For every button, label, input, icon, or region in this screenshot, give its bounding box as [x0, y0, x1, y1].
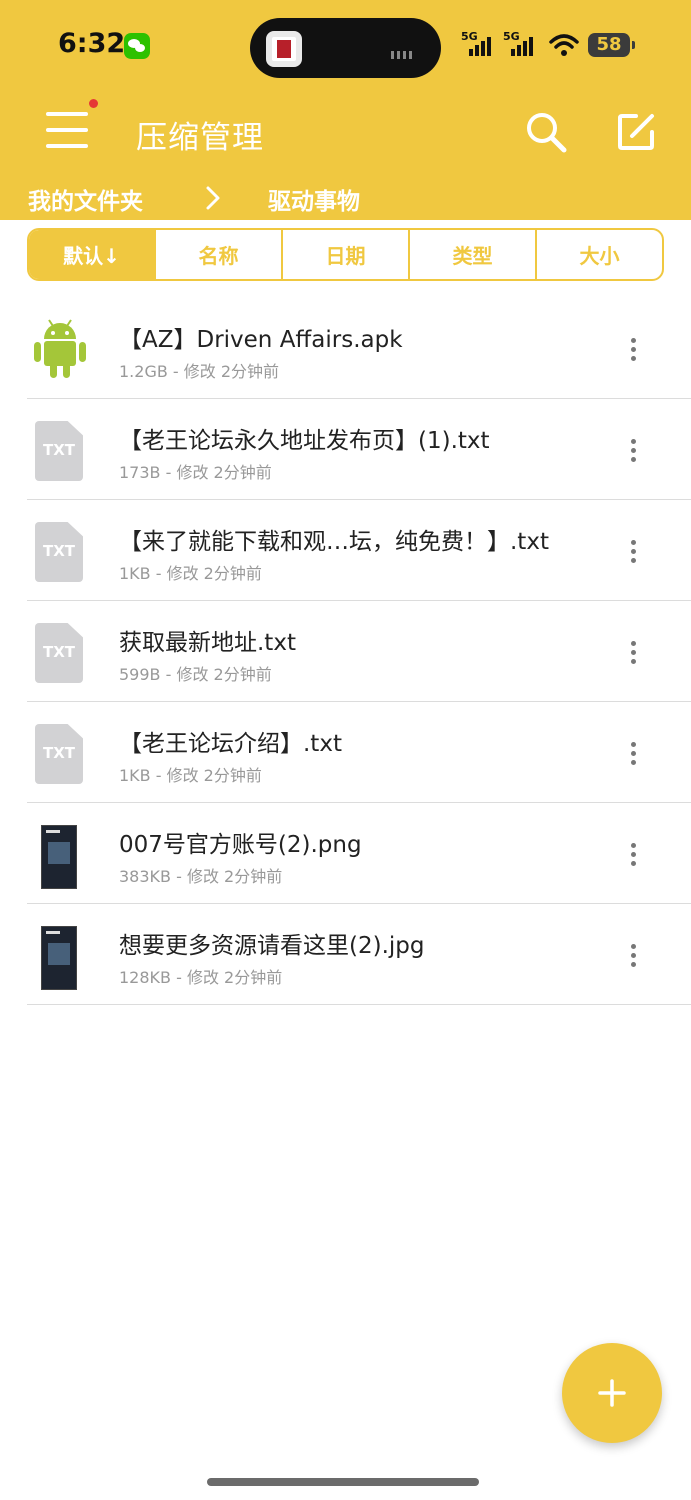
list-item[interactable]: TXT 【来了就能下载和观…坛，纯免费！】.txt 1KB - 修改 2分钟前 — [27, 500, 691, 601]
txt-file-icon: TXT — [35, 724, 83, 784]
more-vertical-icon[interactable] — [621, 437, 645, 465]
list-item[interactable]: 007号官方账号(2).png 383KB - 修改 2分钟前 — [27, 803, 691, 904]
txt-file-icon-label: TXT — [42, 643, 76, 661]
notification-dot — [89, 99, 98, 108]
wifi-icon — [549, 33, 579, 57]
list-item[interactable]: TXT 【老王论坛永久地址发布页】(1).txt 173B - 修改 2分钟前 — [27, 399, 691, 500]
more-vertical-icon[interactable] — [621, 942, 645, 970]
txt-file-icon: TXT — [35, 623, 83, 683]
wechat-notification-icon — [124, 33, 150, 59]
file-name: 【老王论坛永久地址发布页】(1).txt — [119, 428, 490, 454]
chevron-right-icon — [203, 185, 223, 211]
txt-file-icon: TXT — [35, 421, 83, 481]
menu-icon[interactable] — [46, 110, 90, 150]
status-time: 6:32 — [58, 28, 126, 59]
file-name: 获取最新地址.txt — [119, 630, 296, 656]
breadcrumb: 我的文件夹 驱动事物 — [28, 182, 668, 216]
sort-tab-size[interactable]: 大小 — [535, 230, 662, 279]
sort-tab-date[interactable]: 日期 — [281, 230, 408, 279]
txt-file-icon: TXT — [35, 522, 83, 582]
file-name: 想要更多资源请看这里(2).jpg — [119, 933, 425, 959]
island-app-icon — [266, 31, 302, 67]
txt-file-icon-label: TXT — [42, 744, 76, 762]
android-icon — [31, 314, 89, 378]
breadcrumb-current[interactable]: 驱动事物 — [268, 182, 360, 216]
file-meta: 128KB - 修改 2分钟前 — [119, 968, 283, 987]
image-thumbnail — [41, 926, 77, 990]
file-name: 【老王论坛介绍】.txt — [119, 731, 342, 757]
add-button[interactable] — [562, 1343, 662, 1443]
cellular-signal-icon-2: 5G — [503, 30, 541, 58]
audio-bars-icon — [391, 44, 423, 59]
file-name: 【AZ】Driven Affairs.apk — [119, 327, 403, 353]
list-item[interactable]: TXT 获取最新地址.txt 599B - 修改 2分钟前 — [27, 601, 691, 702]
sort-tab-default[interactable]: 默认↓ — [29, 230, 154, 279]
file-meta: 383KB - 修改 2分钟前 — [119, 867, 283, 886]
more-vertical-icon[interactable] — [621, 538, 645, 566]
file-name: 007号官方账号(2).png — [119, 832, 362, 858]
more-vertical-icon[interactable] — [621, 336, 645, 364]
txt-file-icon-label: TXT — [42, 542, 76, 560]
more-vertical-icon[interactable] — [621, 639, 645, 667]
file-meta: 1KB - 修改 2分钟前 — [119, 564, 262, 583]
more-vertical-icon[interactable] — [621, 740, 645, 768]
sort-tab-name[interactable]: 名称 — [154, 230, 281, 279]
file-meta: 599B - 修改 2分钟前 — [119, 665, 272, 684]
file-meta: 1.2GB - 修改 2分钟前 — [119, 362, 280, 381]
file-meta: 1KB - 修改 2分钟前 — [119, 766, 262, 785]
txt-file-icon-label: TXT — [42, 441, 76, 459]
breadcrumb-root[interactable]: 我的文件夹 — [28, 182, 143, 216]
list-item[interactable]: TXT 【老王论坛介绍】.txt 1KB - 修改 2分钟前 — [27, 702, 691, 803]
edit-icon[interactable] — [614, 110, 658, 154]
image-thumbnail — [41, 825, 77, 889]
battery-icon: 58 — [588, 33, 635, 57]
search-icon[interactable] — [524, 110, 568, 154]
sort-tabs: 默认↓ 名称 日期 类型 大小 — [27, 228, 664, 281]
list-item[interactable]: 想要更多资源请看这里(2).jpg 128KB - 修改 2分钟前 — [27, 904, 691, 1005]
more-vertical-icon[interactable] — [621, 841, 645, 869]
sort-tab-type[interactable]: 类型 — [408, 230, 535, 279]
file-meta: 173B - 修改 2分钟前 — [119, 463, 272, 482]
home-indicator[interactable] — [207, 1478, 479, 1486]
file-list: 【AZ】Driven Affairs.apk 1.2GB - 修改 2分钟前 T… — [27, 298, 691, 1005]
plus-icon — [598, 1379, 626, 1407]
list-item[interactable]: 【AZ】Driven Affairs.apk 1.2GB - 修改 2分钟前 — [27, 298, 691, 399]
page-title: 压缩管理 — [136, 120, 264, 156]
cellular-signal-icon-1: 5G — [461, 30, 499, 58]
file-name: 【来了就能下载和观…坛，纯免费！】.txt — [119, 529, 549, 555]
